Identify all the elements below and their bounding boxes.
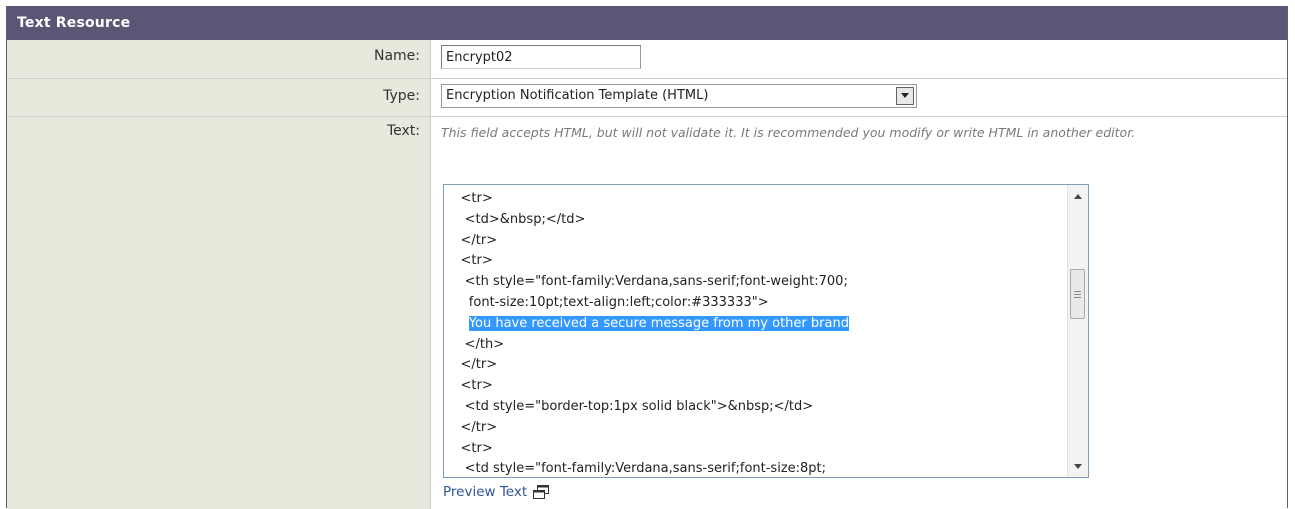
type-label: Type: xyxy=(7,79,431,116)
code-line: <tr> xyxy=(444,440,493,456)
arrow-down-icon[interactable] xyxy=(1068,457,1088,475)
panel-title: Text Resource xyxy=(7,6,1287,40)
code-line: <td>&nbsp;</td> xyxy=(444,211,586,227)
type-value-cell: Encryption Notification Template (HTML) xyxy=(431,79,1287,116)
text-label: Text: xyxy=(7,117,431,509)
type-row: Type: Encryption Notification Template (… xyxy=(7,79,1287,117)
vertical-scrollbar[interactable] xyxy=(1067,185,1088,477)
html-text-editor[interactable]: <tr> <td>&nbsp;</td> </tr> <tr> <th styl… xyxy=(443,184,1089,478)
popup-window-icon[interactable] xyxy=(533,485,550,499)
chevron-down-icon[interactable] xyxy=(896,87,914,105)
name-value-cell xyxy=(431,40,1287,78)
code-line: </tr> xyxy=(444,357,498,373)
arrow-up-icon[interactable] xyxy=(1068,187,1088,205)
name-label: Name: xyxy=(7,40,431,78)
preview-text-link[interactable]: Preview Text xyxy=(443,484,550,500)
name-input[interactable] xyxy=(441,45,641,69)
code-line: <tr> xyxy=(444,253,493,269)
code-line: <td style="font-family:Verdana,sans-seri… xyxy=(444,461,827,477)
html-code[interactable]: <tr> <td>&nbsp;</td> </tr> <tr> <th styl… xyxy=(444,185,1066,477)
text-resource-panel: Text Resource Name: Type: Encryption Not… xyxy=(6,6,1288,509)
grip-icon xyxy=(1074,290,1081,298)
code-line: </tr> xyxy=(444,419,498,435)
scroll-thumb[interactable] xyxy=(1070,269,1085,319)
code-line: </tr> xyxy=(444,232,498,248)
type-select-value: Encryption Notification Template (HTML) xyxy=(446,88,709,103)
code-line: You have received a secure message from … xyxy=(444,314,1066,335)
code-line: </th> xyxy=(444,336,505,352)
code-line: <tr> xyxy=(444,191,493,206)
text-help: This field accepts HTML, but will not va… xyxy=(441,125,1136,140)
type-select[interactable]: Encryption Notification Template (HTML) xyxy=(441,84,917,108)
name-row: Name: xyxy=(7,40,1287,79)
code-line: font-size:10pt;text-align:left;color:#33… xyxy=(444,294,769,310)
code-line: <td style="border-top:1px solid black">&… xyxy=(444,398,814,414)
preview-text-label[interactable]: Preview Text xyxy=(443,484,527,500)
selected-text: You have received a secure message from … xyxy=(468,315,849,331)
code-line: <tr> xyxy=(444,378,493,394)
code-line: <th style="font-family:Verdana,sans-seri… xyxy=(444,274,848,290)
